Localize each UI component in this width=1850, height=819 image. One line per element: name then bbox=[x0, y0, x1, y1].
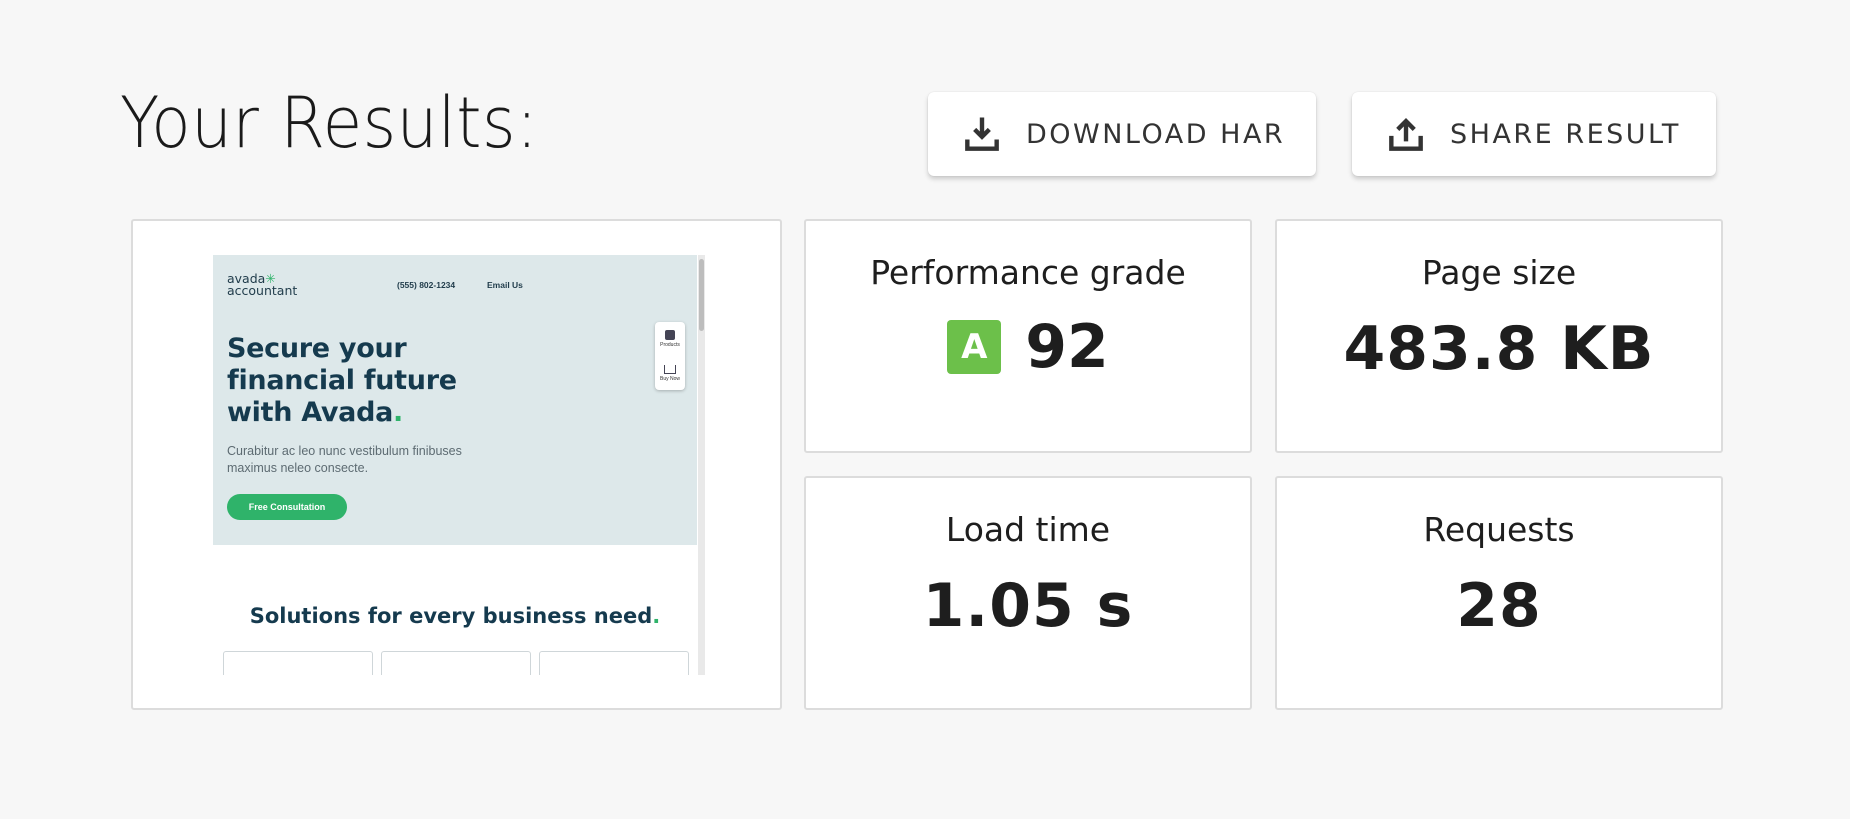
download-har-label: DOWNLOAD HAR bbox=[1026, 118, 1286, 150]
preview-logo: avada✳ accountant bbox=[227, 271, 298, 298]
preview-email-link: Email Us bbox=[487, 280, 523, 290]
share-result-label: SHARE RESULT bbox=[1450, 118, 1681, 150]
page-preview-card: avada✳ accountant (555) 802-1234 Email U… bbox=[131, 219, 782, 710]
page-size-card: Page size 483.8 KB bbox=[1275, 219, 1723, 453]
page-preview-screenshot: avada✳ accountant (555) 802-1234 Email U… bbox=[213, 255, 705, 675]
requests-label: Requests bbox=[1423, 510, 1575, 549]
load-time-card: Load time 1.05 s bbox=[804, 476, 1252, 710]
preview-hero-title: Secure your financial future with Avada. bbox=[227, 333, 457, 428]
requests-card: Requests 28 bbox=[1275, 476, 1723, 710]
load-time-label: Load time bbox=[945, 510, 1111, 549]
download-icon bbox=[965, 117, 999, 151]
preview-hero-subtitle: Curabitur ac leo nunc vestibulum finibus… bbox=[227, 444, 462, 475]
grade-badge: A bbox=[947, 320, 1002, 374]
page-size-value: 483.8 KB bbox=[1343, 314, 1655, 384]
preview-scrollbar-thumb bbox=[699, 259, 704, 331]
share-icon bbox=[1389, 118, 1423, 151]
performance-score: 92 bbox=[1025, 312, 1109, 382]
page-size-label: Page size bbox=[1421, 253, 1577, 292]
bag-icon bbox=[665, 330, 675, 340]
page-title: Your Results: bbox=[120, 82, 539, 164]
requests-value: 28 bbox=[1456, 571, 1542, 641]
performance-grade-label: Performance grade bbox=[870, 253, 1186, 292]
load-time-value: 1.05 s bbox=[922, 571, 1134, 641]
performance-grade-card: Performance grade A 92 bbox=[804, 219, 1252, 453]
preview-hero: avada✳ accountant (555) 802-1234 Email U… bbox=[213, 255, 697, 545]
cart-icon bbox=[664, 364, 676, 374]
share-result-button[interactable]: SHARE RESULT bbox=[1352, 92, 1716, 176]
preview-feature-card bbox=[381, 651, 531, 675]
preview-feature-card bbox=[223, 651, 373, 675]
preview-scrollbar bbox=[698, 255, 705, 675]
preview-feature-card bbox=[539, 651, 689, 675]
download-har-button[interactable]: DOWNLOAD HAR bbox=[928, 92, 1316, 176]
preview-products-widget: Products bbox=[655, 322, 685, 356]
preview-cta-button: Free Consultation bbox=[227, 494, 347, 520]
preview-solutions-title: Solutions for every business need. bbox=[249, 604, 661, 628]
preview-side-widget: Products Buy Now bbox=[655, 322, 685, 390]
preview-phone: (555) 802-1234 bbox=[397, 280, 456, 290]
preview-buy-widget: Buy Now bbox=[655, 356, 685, 390]
